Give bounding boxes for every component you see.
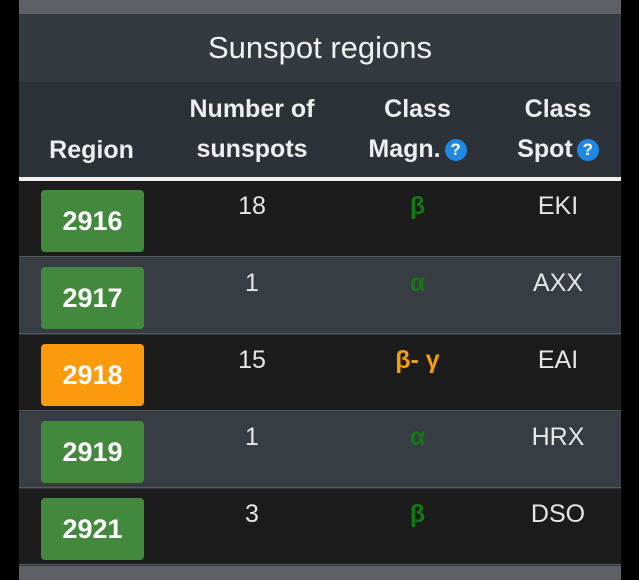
class-spot: DSO — [530, 500, 586, 528]
help-icon[interactable]: ? — [576, 139, 599, 161]
class-magn: α — [409, 269, 426, 297]
table-row: 2921 3 β DSO — [19, 489, 621, 565]
header-magn-line2-wrap: Magn.? — [340, 129, 495, 169]
bottom-strip — [19, 566, 621, 580]
region-badge[interactable]: 2916 — [41, 190, 144, 252]
header-number-of-sunspots: Number of sunspots — [164, 89, 340, 169]
class-spot: EKI — [537, 192, 579, 220]
header-number-line1: Number of — [189, 95, 315, 123]
sunspot-count: 15 — [238, 346, 266, 374]
sunspot-count: 1 — [245, 269, 259, 297]
table-row: 2919 1 α HRX — [19, 412, 621, 488]
panel-title: Sunspot regions — [19, 14, 621, 82]
region-badge[interactable]: 2919 — [41, 421, 144, 483]
table-header: Region Number of sunspots Class Magn.? C… — [19, 82, 621, 177]
table-row: 2918 15 β- γ EAI — [19, 335, 621, 411]
header-spot-line1: Class — [524, 95, 592, 123]
class-spot: AXX — [532, 269, 584, 297]
class-magn: β- γ — [395, 346, 440, 374]
sunspot-count: 18 — [238, 192, 266, 220]
header-magn-line1: Class — [384, 95, 451, 123]
header-number-line2: sunspots — [196, 135, 308, 163]
class-spot: EAI — [537, 346, 579, 374]
table-row: 2916 18 β EKI — [19, 181, 621, 257]
header-region: Region — [49, 136, 134, 164]
table-row: 2917 1 α AXX — [19, 258, 621, 334]
header-magn-line2: Magn. — [368, 135, 441, 163]
help-icon[interactable]: ? — [444, 139, 467, 161]
sunspot-panel: Sunspot regions Region Number of sunspot… — [19, 0, 621, 580]
sunspot-count: 1 — [245, 423, 259, 451]
class-magn: α — [409, 423, 426, 451]
class-spot: HRX — [531, 423, 585, 451]
header-class-magn: Class Magn.? — [340, 89, 495, 169]
header-spot-line2-wrap: Spot? — [495, 129, 621, 169]
region-badge[interactable]: 2917 — [41, 267, 144, 329]
class-magn: β — [409, 192, 426, 220]
header-spot-line2: Spot — [517, 135, 573, 163]
region-badge[interactable]: 2918 — [41, 344, 144, 406]
region-badge[interactable]: 2921 — [41, 498, 144, 560]
header-class-spot: Class Spot? — [495, 89, 621, 169]
top-strip — [19, 0, 621, 14]
sunspot-count: 3 — [245, 500, 259, 528]
class-magn: β — [409, 500, 426, 528]
